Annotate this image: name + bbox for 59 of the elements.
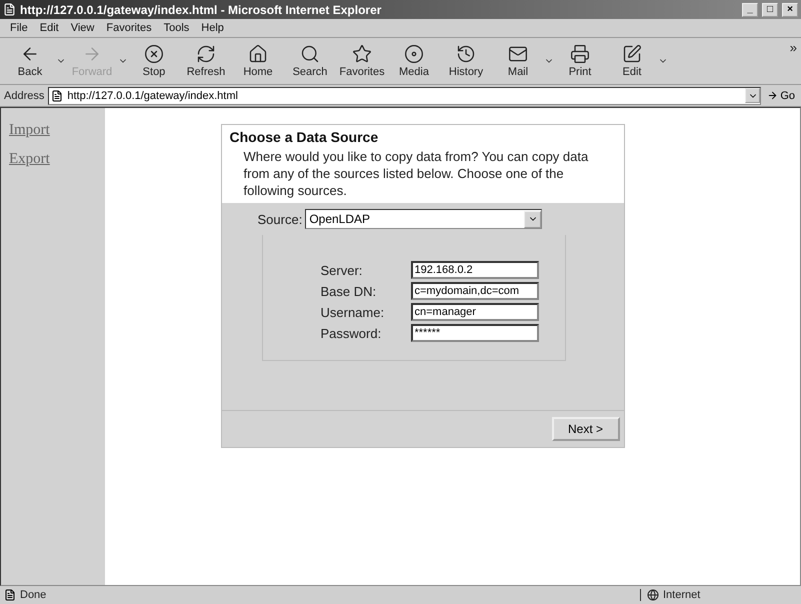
page-icon bbox=[3, 3, 16, 16]
window-control-button[interactable]: _ bbox=[742, 2, 758, 16]
toolbar-button[interactable]: Mail bbox=[492, 40, 544, 82]
toolbar-button[interactable]: Edit bbox=[606, 40, 658, 82]
page-icon bbox=[4, 589, 16, 601]
page-icon bbox=[51, 90, 64, 102]
input-field[interactable]: c=mydomain,dc=com bbox=[410, 282, 538, 300]
input-field[interactable]: cn=manager bbox=[410, 303, 538, 321]
field-label: Password: bbox=[320, 326, 382, 340]
dropdown-button[interactable] bbox=[745, 88, 760, 103]
menu-item[interactable]: Help bbox=[195, 22, 230, 34]
status-text: Done bbox=[20, 589, 48, 601]
field-label: Source: bbox=[258, 212, 302, 226]
sidebar-link[interactable]: Import bbox=[9, 122, 97, 139]
clock-icon bbox=[456, 44, 476, 64]
menu-item[interactable]: Edit bbox=[34, 22, 65, 34]
field-label: Server: bbox=[320, 262, 364, 278]
input-field[interactable]: 192.168.0.2 bbox=[410, 261, 538, 279]
menu-item[interactable]: File bbox=[4, 22, 34, 34]
house-icon bbox=[248, 44, 268, 64]
refresh-icon bbox=[196, 44, 216, 64]
menu-item[interactable]: Favorites bbox=[100, 22, 158, 34]
toolbar-button[interactable]: Back bbox=[4, 40, 56, 82]
arrow-icon bbox=[767, 90, 778, 101]
pen-icon bbox=[622, 44, 642, 64]
go-button[interactable]: Go bbox=[765, 90, 797, 102]
star-icon bbox=[352, 44, 372, 64]
window-control-button[interactable]: □ bbox=[762, 2, 778, 16]
source-select[interactable]: OpenLDAP bbox=[305, 209, 542, 229]
address-label: Address bbox=[4, 90, 44, 102]
toolbar-button[interactable]: Refresh bbox=[180, 40, 232, 82]
window-title: http://127.0.0.1/gateway/index.html - Microsoft Internet Explorer bbox=[20, 2, 382, 16]
printer-icon bbox=[570, 44, 590, 64]
globe-icon bbox=[647, 589, 659, 601]
toolbar-button[interactable]: Home bbox=[232, 40, 284, 82]
address-input[interactable]: http://127.0.0.1/gateway/index.html bbox=[67, 90, 742, 102]
stop-icon bbox=[144, 44, 164, 64]
zone-text: Internet bbox=[663, 589, 700, 601]
toolbar-button[interactable]: History bbox=[440, 40, 492, 82]
search-icon bbox=[300, 44, 320, 64]
toolbar-button[interactable]: Print bbox=[554, 40, 606, 82]
more-chevron[interactable]: » bbox=[790, 40, 797, 55]
field-label: Base DN: bbox=[320, 284, 378, 298]
menu-item[interactable]: Tools bbox=[158, 22, 196, 34]
form-title: Choose a Data Source bbox=[230, 129, 380, 145]
menu-item[interactable]: View bbox=[64, 22, 100, 34]
mail-icon bbox=[508, 44, 528, 64]
toolbar-button[interactable]: Search bbox=[284, 40, 336, 82]
input-field[interactable]: ****** bbox=[410, 324, 538, 342]
sidebar-link[interactable]: Export bbox=[9, 151, 97, 168]
form-description: Where would you like to copy data from? You can copy data from any of the sources listed below. Choose one of the following sources. bbox=[244, 148, 590, 199]
next-button[interactable]: Next > bbox=[552, 417, 620, 441]
disc-icon bbox=[404, 44, 424, 64]
toolbar-button[interactable]: Stop bbox=[128, 40, 180, 82]
field-label: Username: bbox=[320, 304, 386, 320]
address-field[interactable]: http://127.0.0.1/gateway/index.html bbox=[48, 86, 762, 104]
toolbar-button[interactable]: Favorites bbox=[336, 40, 388, 82]
toolbar-button[interactable]: Media bbox=[388, 40, 440, 82]
window-control-button[interactable]: × bbox=[782, 2, 798, 16]
